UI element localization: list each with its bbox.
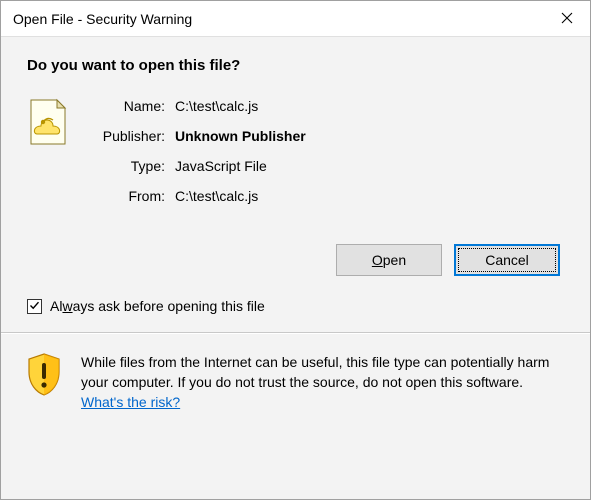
always-ask-checkbox[interactable] (27, 299, 42, 314)
checkmark-icon (29, 298, 40, 314)
type-value: JavaScript File (175, 156, 564, 176)
footer: While files from the Internet can be use… (27, 334, 564, 412)
name-value: C:\test\calc.js (175, 96, 564, 116)
cancel-button[interactable]: Cancel (454, 244, 560, 276)
from-value: C:\test\calc.js (175, 186, 564, 206)
row-type: Type: JavaScript File (97, 156, 564, 176)
row-publisher: Publisher: Unknown Publisher (97, 126, 564, 146)
type-label: Type: (97, 156, 175, 176)
footer-text: While files from the Internet can be use… (81, 352, 560, 412)
button-row: Open Cancel (27, 244, 564, 276)
open-button[interactable]: Open (336, 244, 442, 276)
footer-message: While files from the Internet can be use… (81, 354, 549, 390)
name-label: Name: (97, 96, 175, 116)
dialog-heading: Do you want to open this file? (27, 57, 564, 74)
always-ask-row: Always ask before opening this file (27, 298, 564, 314)
detail-rows: Name: C:\test\calc.js Publisher: Unknown… (97, 96, 564, 216)
whats-the-risk-link[interactable]: What's the risk? (81, 394, 180, 410)
cancel-button-label: Cancel (485, 252, 529, 268)
warning-shield-icon (25, 352, 63, 396)
publisher-value: Unknown Publisher (175, 126, 564, 146)
open-button-key: O (372, 252, 383, 268)
close-icon (561, 11, 573, 27)
dialog-body: Do you want to open this file? Name: C:\… (1, 37, 590, 499)
script-file-icon (27, 98, 69, 148)
close-button[interactable] (544, 1, 590, 37)
window-title: Open File - Security Warning (13, 11, 192, 27)
open-button-rest: pen (383, 252, 406, 268)
publisher-label: Publisher: (97, 126, 175, 146)
security-warning-dialog: Open File - Security Warning Do you want… (0, 0, 591, 500)
from-label: From: (97, 186, 175, 206)
always-ask-label[interactable]: Always ask before opening this file (50, 298, 265, 314)
titlebar: Open File - Security Warning (1, 1, 590, 37)
row-from: From: C:\test\calc.js (97, 186, 564, 206)
row-name: Name: C:\test\calc.js (97, 96, 564, 116)
file-details: Name: C:\test\calc.js Publisher: Unknown… (27, 96, 564, 216)
